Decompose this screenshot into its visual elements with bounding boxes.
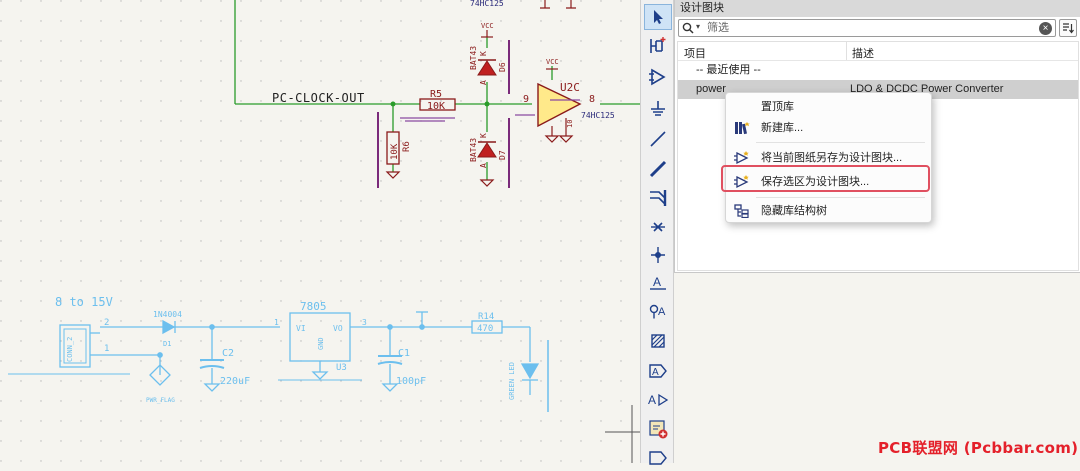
u3-vi: VI [296,324,306,333]
svg-text:A: A [658,306,666,318]
add-global-label-icon[interactable]: A [644,358,672,384]
u2c-part: 74HC125 [581,111,615,120]
schematic-canvas[interactable]: 74HC125 PC-CLOCK-OUT R5 10K 10K R6 VCC B… [0,0,640,463]
r14-ref: R14 [478,312,494,322]
net-label-pc-clock-out: PC-CLOCK-OUT [272,91,365,105]
d7-ref: D7 [498,150,507,160]
u2c-pin-oe: 10 [566,120,574,128]
u2c-pin-out: 8 [589,94,595,105]
search-icon[interactable] [682,22,694,34]
d7-a: A [479,163,488,168]
add-power-icon[interactable] [644,96,672,122]
u2c-pin-in: 9 [523,94,529,105]
conn-ref: CONN_2 [66,337,74,362]
vcc-label: VCC [546,58,559,66]
d1-part: 1N4004 [153,310,182,319]
menu-item-label: 新建库... [761,122,804,134]
svg-text:A: A [652,367,659,378]
list-header: 项目 描述 [678,42,1078,61]
add-sheet-icon[interactable] [644,416,672,442]
conn-pin1: 1 [104,344,109,354]
sort-button[interactable] [1059,19,1077,37]
u3-pin1: 1 [274,318,279,327]
d6-k: K [479,51,488,56]
d6-part: BAT43 [469,46,478,70]
d7-part: BAT43 [469,138,478,162]
c1-value: 100pF [396,376,426,387]
highlight-annotation [721,165,930,192]
d1-ref: D1 [163,340,171,348]
led-label: GREEN LED [508,362,516,400]
list-item-recent[interactable]: -- 最近使用 -- [678,61,1078,80]
r5-ref: R5 [430,89,442,100]
vcc-label: VCC [481,22,494,30]
watermark: PCB联盟网 (Pcbbar.com) [878,439,1079,457]
add-text-icon[interactable]: A [644,387,672,413]
u3-gnd: GND [317,337,325,350]
column-divider[interactable] [846,42,847,60]
add-hierarchical-label-icon[interactable] [644,328,672,354]
column-header-item[interactable]: 项目 [684,45,706,61]
add-bus-entry-icon[interactable] [644,184,672,210]
chevron-down-icon[interactable]: ▾ [696,22,700,31]
add-bus-icon[interactable] [644,156,672,182]
add-wire-icon[interactable] [644,126,672,152]
d6-ref: D6 [498,62,507,72]
pwr-flag: PWR_FLAG [146,397,175,404]
d7-k: K [479,133,488,138]
u3-part: 7805 [300,300,327,313]
panel-title: 设计图块 [675,0,1080,17]
r5-value: 10K [427,101,445,112]
supply-label: 8 to 15V [55,295,113,309]
save-sheet-as-block-icon [734,151,749,165]
add-net-class-icon[interactable]: A [644,298,672,324]
r6-ref: R6 [402,141,412,152]
recent-group-label: -- 最近使用 -- [696,64,761,76]
add-symbol-icon[interactable] [644,33,672,59]
menu-item-label: 置顶库 [761,101,794,113]
menu-item-pin-library[interactable]: 置顶库 [726,96,931,118]
u3-vo: VO [333,324,343,333]
junction-dot [484,101,490,107]
svg-text:A: A [648,393,656,407]
new-library-icon [735,122,750,135]
clear-icon[interactable]: × [1039,22,1052,35]
u2c-ref: U2C [560,81,580,94]
context-menu: 置顶库 新建库... 将当前图纸另存为设计图块... 保存选区为设计图块... … [725,92,932,223]
select-icon[interactable] [644,4,672,30]
schematic-drawing[interactable]: 74HC125 PC-CLOCK-OUT R5 10K 10K R6 VCC B… [0,0,640,463]
c1-ref: C1 [398,348,410,359]
item-name: power [696,83,726,95]
c2-ref: C2 [222,348,234,359]
sort-icon [1063,23,1074,34]
search-input[interactable] [707,21,1027,35]
chip-top-label: 74HC125 [470,0,504,8]
right-toolbar: A A A A [640,0,674,465]
conn-pin2: 2 [104,318,109,328]
r6-value: 10K [390,143,400,160]
add-label-icon[interactable]: A [644,270,672,296]
menu-separator [756,197,925,198]
hide-tree-icon [734,204,749,218]
search-box[interactable]: ▾ × [678,19,1056,37]
add-sheet-pin-icon[interactable] [644,445,672,471]
menu-separator [756,142,925,143]
u3-ref: U3 [336,363,347,373]
r14-value: 470 [477,324,493,334]
d6-a: A [479,80,488,85]
menu-item-label: 隐藏库结构树 [761,205,827,217]
add-design-block-icon[interactable] [644,64,672,90]
junction-dot [390,101,396,107]
svg-text:A: A [653,275,661,289]
c2-value: 220uF [220,376,250,387]
menu-item-hide-tree[interactable]: 隐藏库结构树 [726,200,931,222]
junction-icon[interactable] [644,242,672,268]
no-connect-icon[interactable] [644,214,672,240]
menu-item-new-library[interactable]: 新建库... [726,117,931,139]
column-header-desc[interactable]: 描述 [852,45,874,61]
u3-pin3: 3 [362,318,367,327]
